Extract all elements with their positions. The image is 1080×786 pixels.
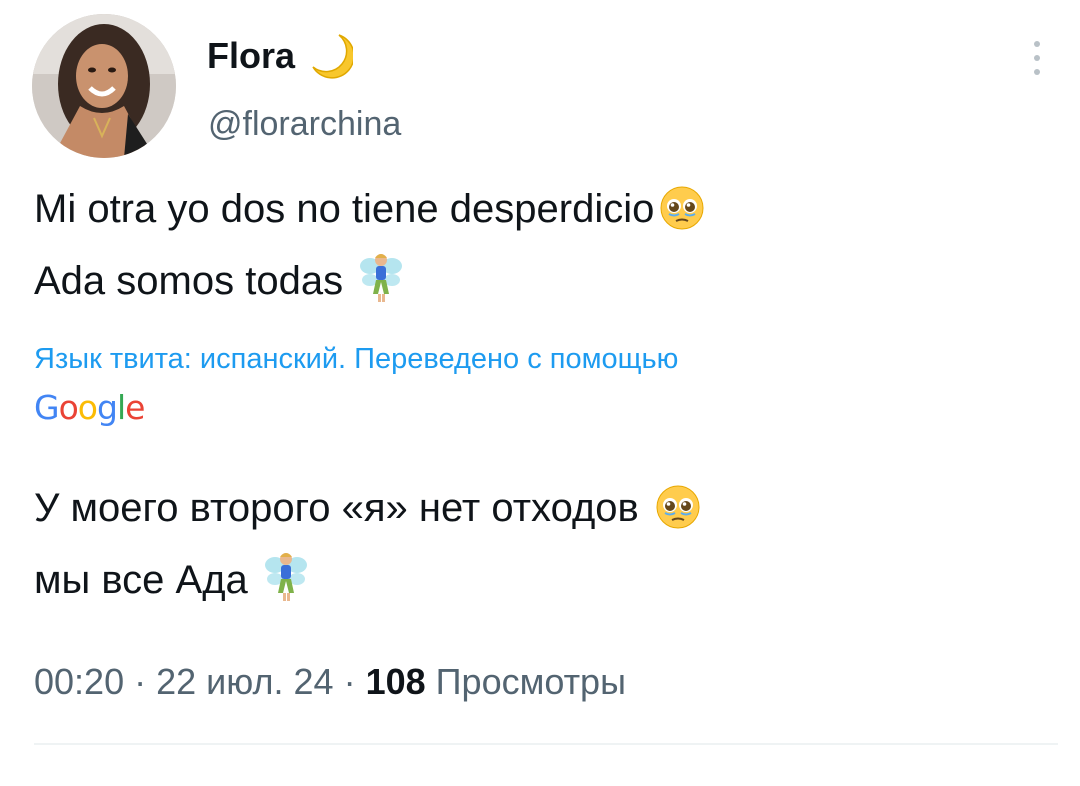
fairy-icon	[358, 250, 404, 327]
pleading-face-icon	[658, 183, 706, 255]
google-logo: Google	[34, 388, 145, 427]
translated-text: У моего второго «я» нет отходов мы все А…	[34, 472, 1044, 616]
meta-separator: ·	[134, 661, 147, 702]
translated-line-2-text: мы все Ада	[34, 558, 248, 602]
translated-line-1-text: У моего второго «я» нет отходов	[34, 486, 639, 530]
tweet-line-1-text: Mi otra yo dos no tiene desperdicio	[34, 187, 655, 231]
tweet-text: Mi otra yo dos no tiene desperdicio Ada …	[34, 173, 1044, 317]
meta-separator-2: ·	[343, 661, 356, 702]
views-count[interactable]: 108	[366, 661, 426, 702]
avatar[interactable]	[32, 14, 176, 158]
tweet-date[interactable]: 22 июл. 24	[156, 661, 333, 702]
tweet-line-2-text: Ada somos todas	[34, 259, 344, 303]
tweet-meta: 00:20 · 22 июл. 24 · 108 Просмотры	[34, 660, 626, 703]
views-label[interactable]: Просмотры	[436, 661, 626, 702]
display-name[interactable]: Flora	[207, 38, 295, 74]
translated-line-2: мы все Ада	[34, 544, 1044, 616]
author-name-row[interactable]: Flora	[207, 26, 355, 86]
avatar-image	[32, 14, 176, 158]
tweet-line-2: Ada somos todas	[34, 245, 1044, 317]
more-options-icon[interactable]	[1022, 36, 1052, 80]
divider	[34, 743, 1058, 745]
tweet-line-1: Mi otra yo dos no tiene desperdicio	[34, 173, 1044, 245]
tweet-time[interactable]: 00:20	[34, 661, 124, 702]
author-handle[interactable]: @florarchina	[208, 104, 401, 145]
translation-info[interactable]: Язык твита: испанский. Переведено с помо…	[34, 342, 678, 377]
crescent-moon-icon	[309, 31, 355, 81]
pleading-face-icon	[654, 482, 702, 554]
fairy-icon	[263, 549, 309, 626]
translated-line-1: У моего второго «я» нет отходов	[34, 472, 1044, 544]
